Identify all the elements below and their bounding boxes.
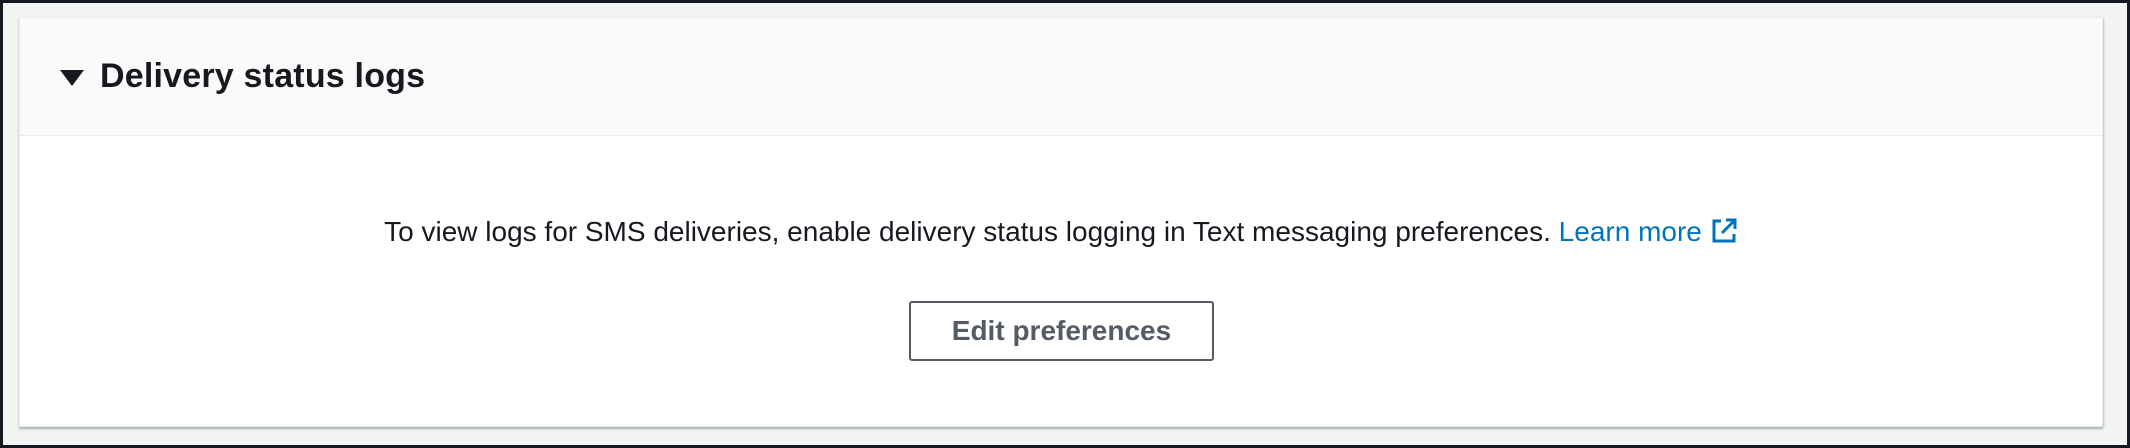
panel-body: To view logs for SMS deliveries, enable … [20, 136, 2102, 428]
info-message: To view logs for SMS deliveries, enable … [20, 214, 2102, 250]
learn-more-link[interactable]: Learn more [1559, 216, 1738, 247]
window-frame: Delivery status logs To view logs for SM… [0, 0, 2130, 448]
external-link-icon [1712, 218, 1737, 243]
learn-more-label: Learn more [1558, 216, 1702, 247]
panel-title: Delivery status logs [100, 57, 426, 95]
panel-header-toggle[interactable]: Delivery status logs [20, 18, 2102, 136]
caret-down-icon[interactable] [60, 69, 84, 86]
edit-preferences-button[interactable]: Edit preferences [909, 301, 1214, 361]
info-message-text: To view logs for SMS deliveries, enable … [384, 216, 1551, 247]
delivery-status-logs-panel: Delivery status logs To view logs for SM… [19, 17, 2103, 427]
